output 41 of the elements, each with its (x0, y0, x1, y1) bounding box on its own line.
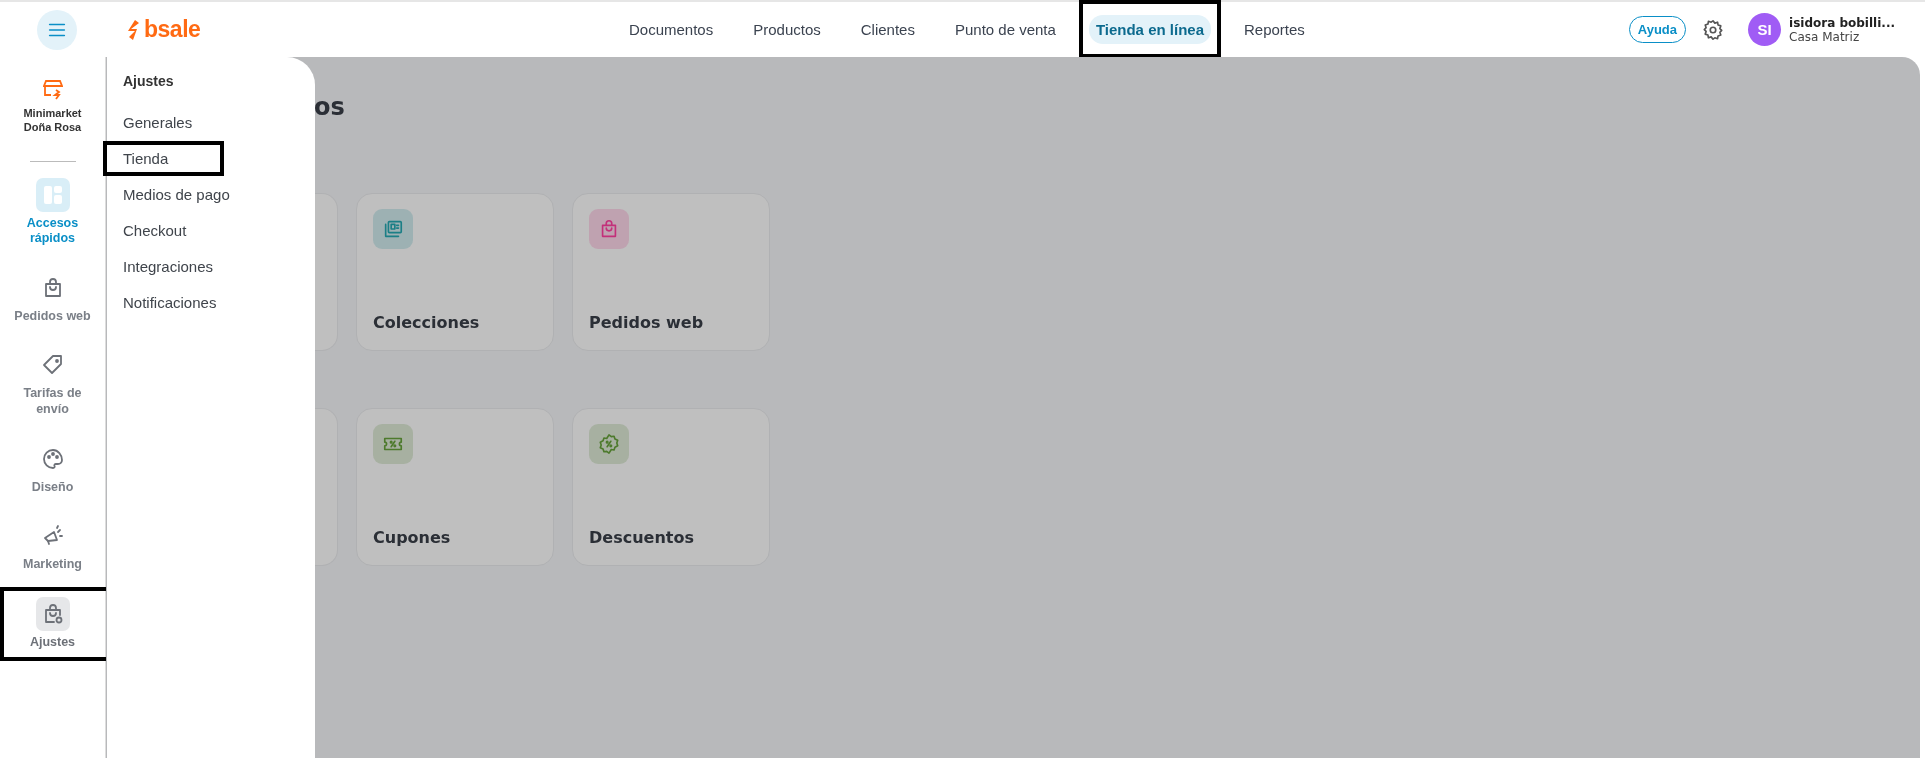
shortcut-card[interactable]: Cupones (356, 408, 554, 566)
store-name: Minimarket Doña Rosa (22, 106, 83, 135)
sidebar-item[interactable]: Accesos rápidos (7, 177, 98, 247)
card-title: Colecciones (373, 313, 481, 332)
settings-button[interactable] (1702, 18, 1725, 41)
help-button[interactable]: Ayuda (1628, 16, 1687, 43)
nav-tab[interactable]: Productos (746, 15, 828, 44)
sidebar-item[interactable]: Marketing (7, 519, 98, 573)
menu-item[interactable]: Tienda (123, 150, 169, 167)
logo-icon (125, 19, 141, 40)
branch-name: Casa Matriz (1789, 29, 1861, 44)
nav-tab[interactable]: Clientes (853, 15, 922, 44)
shortcut-card[interactable]: Pedidos web (572, 193, 770, 351)
card-title: Cupones (373, 528, 452, 547)
page-heading: os (314, 93, 346, 123)
panel-title: Ajustes (123, 73, 175, 89)
menu-item[interactable]: Integraciones (123, 258, 214, 275)
settings-icon (1702, 18, 1725, 41)
card-title: Descuentos (589, 528, 695, 547)
menu-item[interactable]: Generales (123, 114, 193, 131)
shortcut-card[interactable]: Descuentos (572, 408, 770, 566)
menu-item[interactable]: Checkout (123, 222, 187, 239)
menu-item[interactable]: Medios de pago (123, 186, 230, 203)
shortcut-card[interactable]: Colecciones (356, 193, 554, 351)
user-avatar[interactable]: SI (1748, 13, 1782, 46)
nav-tab[interactable]: Tienda en línea (1088, 15, 1211, 44)
collection-icon (382, 218, 404, 240)
logo-text: bsale (144, 16, 201, 43)
menu-item[interactable]: Notificaciones (123, 294, 217, 311)
sidebar-item[interactable]: Ajustes (7, 596, 98, 651)
user-name: isidora bobilli... (1789, 15, 1895, 30)
card-title: Pedidos web (589, 313, 705, 332)
discount-badge-icon (598, 433, 620, 455)
nav-tab[interactable]: Punto de venta (947, 15, 1063, 44)
menu-button[interactable] (37, 9, 77, 50)
nav-tab[interactable]: Reportes (1237, 15, 1312, 44)
sidebar-item[interactable]: Diseño (7, 441, 98, 496)
palette-icon (40, 446, 65, 471)
sidebar-item[interactable]: Pedidos web (7, 270, 98, 325)
sidebar-item[interactable]: Tarifas de envío (7, 348, 98, 418)
nav-tab[interactable]: Documentos (622, 15, 721, 44)
